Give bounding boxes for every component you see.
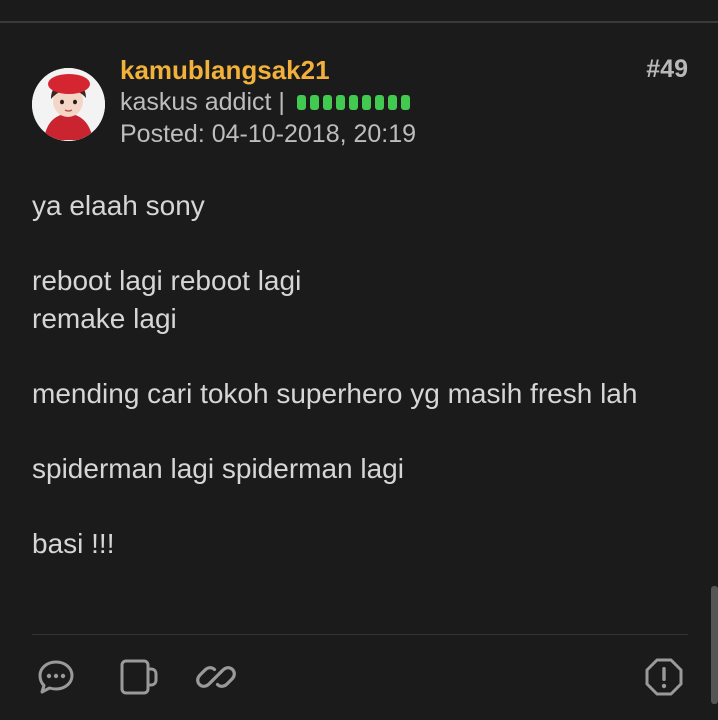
actions-divider	[32, 634, 688, 635]
reputation-dot	[309, 95, 319, 110]
scrollbar[interactable]	[711, 586, 718, 704]
post-paragraph: ya elaah sony	[32, 190, 205, 221]
reputation-dot	[387, 95, 397, 110]
report-icon	[645, 658, 683, 696]
reputation-dot	[322, 95, 332, 110]
post-number[interactable]: #49	[646, 55, 688, 84]
post-content: ya elaah sony reboot lagi reboot lagi re…	[32, 187, 692, 600]
reputation-dot	[348, 95, 358, 110]
top-divider	[0, 21, 718, 23]
post-paragraph: reboot lagi reboot lagi remake lagi	[32, 265, 302, 334]
avatar-image	[32, 68, 105, 141]
user-rank-line: kaskus addict |	[120, 88, 410, 117]
post-paragraph: basi !!!	[32, 528, 115, 559]
reputation-dot	[374, 95, 384, 110]
post-paragraph: spiderman lagi spiderman lagi	[32, 453, 404, 484]
quote-button[interactable]	[116, 655, 160, 699]
report-button[interactable]	[642, 655, 686, 699]
comment-button[interactable]	[34, 655, 78, 699]
reputation-bar	[296, 95, 410, 110]
reputation-dot	[361, 95, 371, 110]
reputation-dot	[335, 95, 345, 110]
post-paragraph: mending cari tokoh superhero yg masih fr…	[32, 378, 638, 409]
share-link-button[interactable]	[194, 655, 238, 699]
reputation-dot	[400, 95, 410, 110]
user-rank: kaskus addict |	[120, 88, 285, 116]
username[interactable]: kamublangsak21	[120, 55, 330, 86]
link-icon	[196, 666, 236, 688]
quote-icon	[120, 659, 158, 695]
avatar[interactable]	[32, 68, 105, 141]
reputation-dot	[296, 95, 306, 110]
post-timestamp: Posted: 04-10-2018, 20:19	[120, 120, 417, 148]
comment-icon	[38, 660, 74, 694]
